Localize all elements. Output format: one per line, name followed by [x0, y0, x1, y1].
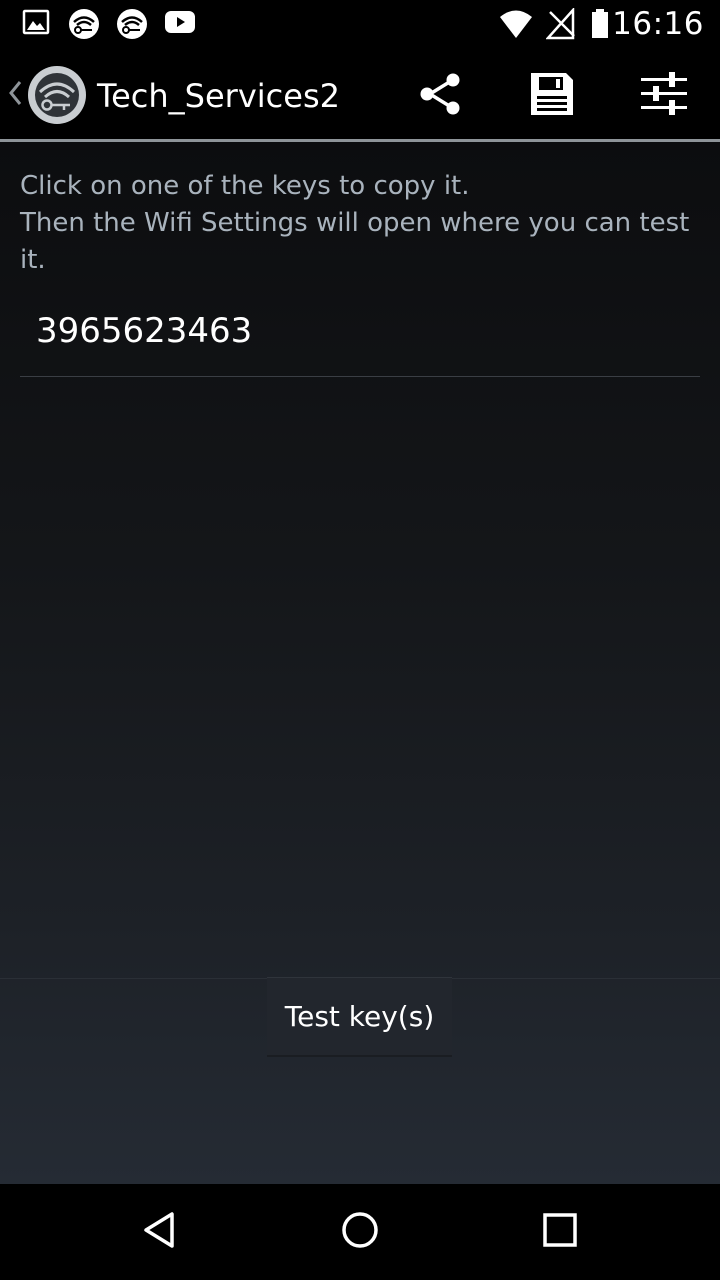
wifi-key-icon [68, 8, 100, 40]
settings-button[interactable] [636, 68, 692, 124]
wifi-signal-icon [498, 8, 534, 40]
battery-icon [590, 8, 610, 40]
navigation-bar [0, 1184, 720, 1280]
youtube-icon [164, 8, 196, 36]
instructions-line-1: Click on one of the keys to copy it. [20, 171, 470, 201]
page-title: Tech_Services2 [97, 77, 340, 115]
wifi-key-icon [116, 8, 148, 40]
status-bar: 16:16 [0, 0, 720, 48]
app-logo-icon[interactable] [28, 66, 86, 124]
key-list-item[interactable]: 3965623463 [20, 290, 700, 376]
nav-recents-button[interactable] [532, 1204, 588, 1260]
test-keys-button[interactable]: Test key(s) [267, 977, 452, 1057]
home-icon [340, 1210, 380, 1254]
main-content: Click on one of the keys to copy it. The… [0, 142, 720, 1184]
recents-icon [540, 1210, 580, 1254]
nav-back-button[interactable] [132, 1204, 188, 1260]
nav-home-button[interactable] [332, 1204, 388, 1260]
share-icon [415, 69, 465, 123]
image-icon [22, 8, 50, 36]
instructions-text: Click on one of the keys to copy it. The… [20, 168, 700, 279]
no-cell-signal-icon [546, 8, 576, 40]
key-value: 3965623463 [36, 311, 253, 351]
settings-sliders-icon [639, 69, 689, 123]
share-button[interactable] [412, 68, 468, 124]
save-icon [528, 70, 576, 122]
back-icon [140, 1210, 180, 1254]
status-clock: 16:16 [612, 6, 704, 42]
instructions-line-2: Then the Wifi Settings will open where y… [20, 208, 690, 275]
action-bar: Tech_Services2 [0, 48, 720, 142]
list-divider [20, 376, 700, 377]
chevron-left-icon[interactable] [6, 78, 24, 112]
save-button[interactable] [524, 68, 580, 124]
